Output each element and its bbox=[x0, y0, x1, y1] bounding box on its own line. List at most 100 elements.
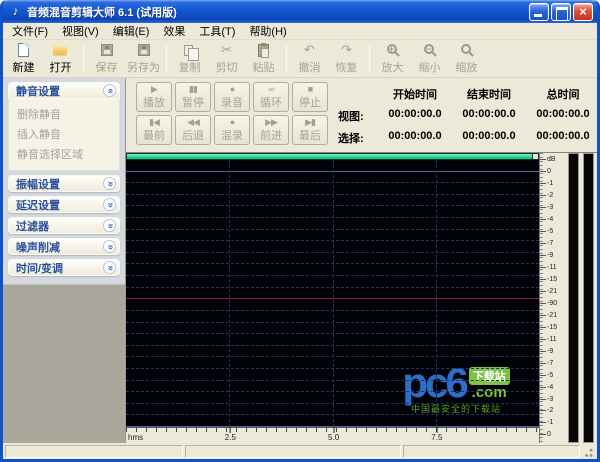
close-button[interactable] bbox=[573, 2, 593, 21]
transport-button[interactable]: ∞ 循环 bbox=[253, 82, 289, 112]
transport-button[interactable]: ● 录音 bbox=[214, 82, 250, 112]
undo-button[interactable]: ↶ 撤消 bbox=[291, 41, 328, 76]
transport-icon: ▶ bbox=[151, 84, 158, 94]
window-title: 音频混音剪辑大师 6.1 (试用版) bbox=[27, 6, 177, 19]
db-scale-label: -11 bbox=[540, 333, 565, 345]
time-ruler[interactable]: hms 2.5 5.0 7.5 bbox=[126, 427, 539, 443]
panel-body-silence: 删除静音 插入静音 静音选择区域 bbox=[8, 99, 120, 171]
maximize-button[interactable] bbox=[551, 2, 571, 21]
statusbar bbox=[3, 443, 597, 459]
transport-button[interactable]: ■ 停止 bbox=[292, 82, 328, 112]
sidebar-panel: 过滤器 » bbox=[8, 217, 120, 234]
db-scale-label: -3 bbox=[540, 202, 565, 214]
sidebar-item[interactable]: 删除静音 bbox=[17, 104, 117, 124]
transport-button[interactable]: ▶ 播放 bbox=[136, 82, 172, 112]
db-scale-label: -2 bbox=[540, 190, 565, 202]
resize-grip[interactable] bbox=[582, 445, 595, 458]
titlebar[interactable]: 音频混音剪辑大师 6.1 (试用版) bbox=[3, 0, 597, 23]
db-scale-label: -4 bbox=[540, 214, 565, 226]
menu-item[interactable]: 效果 bbox=[156, 22, 192, 40]
sidebar-panel: 噪声削减 » bbox=[8, 238, 120, 255]
transport-icon: ■ bbox=[307, 84, 314, 94]
menu-item[interactable]: 工具(T) bbox=[192, 22, 242, 40]
sidebar-filler bbox=[3, 284, 125, 443]
status-section bbox=[5, 445, 183, 458]
toolbar-separator bbox=[83, 44, 84, 73]
waveform-canvas[interactable]: pc6 下载站 .com 中国最安全的下载站 bbox=[126, 160, 539, 427]
zoom-in-button[interactable]: 放大 bbox=[374, 41, 411, 76]
redo-button[interactable]: ↷ 恢复 bbox=[328, 41, 365, 76]
chevron-down-icon[interactable]: » bbox=[103, 198, 116, 211]
view-time-value: 00:00:00.0 bbox=[388, 108, 442, 120]
chevron-down-icon[interactable]: » bbox=[103, 219, 116, 232]
panel-header[interactable]: 噪声削减 » bbox=[8, 238, 120, 255]
transport-icon: ∞ bbox=[268, 84, 275, 94]
zoom-button[interactable]: 缩放 bbox=[448, 41, 485, 76]
new-button[interactable]: 新建 bbox=[5, 41, 42, 76]
transport-icon: ● bbox=[229, 117, 236, 127]
toolbar-separator bbox=[166, 44, 167, 73]
sidebar-item[interactable]: 静音选择区域 bbox=[17, 144, 117, 164]
wave-scrollbar[interactable] bbox=[126, 153, 539, 160]
wave-region: pc6 下载站 .com 中国最安全的下载站 hms 2.5 5.0 7.5 d… bbox=[126, 152, 597, 443]
db-scale-label: -11 bbox=[540, 262, 565, 274]
save-as-button[interactable]: 另存为 bbox=[125, 41, 162, 76]
transport-icon: ▮◀ bbox=[149, 117, 160, 127]
watermark-com: .com bbox=[471, 384, 507, 401]
cut-scissors-icon: ✂ bbox=[221, 42, 232, 57]
select-time-value: 00:00:00.0 bbox=[536, 130, 590, 142]
db-scale-label: -7 bbox=[540, 238, 565, 250]
db-scale-label: -9 bbox=[540, 250, 565, 262]
paste-button[interactable]: 粘贴 bbox=[245, 41, 282, 76]
panel-header[interactable]: 过滤器 » bbox=[8, 217, 120, 234]
save-button[interactable]: 保存 bbox=[88, 41, 125, 76]
save-icon bbox=[98, 42, 115, 58]
view-row-label: 视图: bbox=[338, 111, 364, 123]
watermark-badge: 下载站 bbox=[468, 367, 510, 385]
sidebar-item[interactable]: 插入静音 bbox=[17, 124, 117, 144]
chevron-down-icon[interactable]: » bbox=[103, 177, 116, 190]
toolbar: 新建 打开 保存 另存为 复制 ✂ 剪切 粘贴 ↶ 撤消 ↷ 恢复 + 放大 −… bbox=[3, 40, 597, 78]
menu-item[interactable]: 帮助(H) bbox=[242, 22, 293, 40]
db-scale-label: 0 bbox=[540, 166, 565, 178]
toolbar-separator bbox=[369, 44, 370, 73]
transport-button[interactable]: ▶▮ 最后 bbox=[292, 115, 328, 145]
paste-clipboard-icon bbox=[255, 42, 272, 58]
minimize-button[interactable] bbox=[529, 2, 549, 21]
chevron-down-icon[interactable]: » bbox=[103, 261, 116, 274]
transport-button[interactable]: ▮▮ 暂停 bbox=[175, 82, 211, 112]
chevron-up-icon[interactable]: « bbox=[103, 84, 116, 97]
toolbar-separator bbox=[286, 44, 287, 73]
db-scale: dB 0 -1 -2 -3 -4 -5 -7 -9 -11 -15 -21 -90 -21 -15 -11 -9… bbox=[539, 153, 565, 443]
chevron-down-icon[interactable]: » bbox=[103, 240, 116, 253]
zoom-out-button[interactable]: 缩小 bbox=[411, 41, 448, 76]
transport-button[interactable]: ● 混录 bbox=[214, 115, 250, 145]
db-scale-label: -1 bbox=[540, 178, 565, 190]
cut-button[interactable]: ✂ 剪切 bbox=[208, 41, 245, 76]
open-button[interactable]: 打开 bbox=[42, 41, 79, 76]
db-scale-label: -15 bbox=[540, 321, 565, 333]
time-column-header: 开始时间 bbox=[393, 89, 437, 101]
panel-header[interactable]: 时间/变调 » bbox=[8, 259, 120, 276]
transport-button[interactable]: ▶▶ 前进 bbox=[253, 115, 289, 145]
menu-item[interactable]: 视图(V) bbox=[55, 22, 106, 40]
transport-button[interactable]: ▮◀ 最前 bbox=[136, 115, 172, 145]
transport-icon: ▶▮ bbox=[305, 117, 316, 127]
menu-item[interactable]: 文件(F) bbox=[5, 22, 55, 40]
save-as-icon bbox=[135, 42, 152, 58]
panel-header[interactable]: 延迟设置 » bbox=[8, 196, 120, 213]
view-time-value: 00:00:00.0 bbox=[536, 108, 590, 120]
new-file-icon bbox=[15, 42, 32, 58]
wave-main: pc6 下载站 .com 中国最安全的下载站 hms 2.5 5.0 7.5 bbox=[126, 153, 539, 443]
db-scale-label: -90 bbox=[540, 297, 565, 309]
panel-header-silence[interactable]: 静音设置 « bbox=[8, 82, 120, 99]
menu-item[interactable]: 编辑(E) bbox=[106, 22, 157, 40]
transport-button[interactable]: ◀◀ 后退 bbox=[175, 115, 211, 145]
view-time-value: 00:00:00.0 bbox=[462, 108, 516, 120]
copy-button[interactable]: 复制 bbox=[171, 41, 208, 76]
time-table-corner bbox=[336, 86, 378, 102]
panel-header[interactable]: 振幅设置 » bbox=[8, 175, 120, 192]
redo-arrow-icon: ↷ bbox=[341, 42, 352, 57]
ruler-mark-label: 5.0 bbox=[328, 427, 340, 442]
pc6-logo: pc6 bbox=[402, 359, 468, 406]
